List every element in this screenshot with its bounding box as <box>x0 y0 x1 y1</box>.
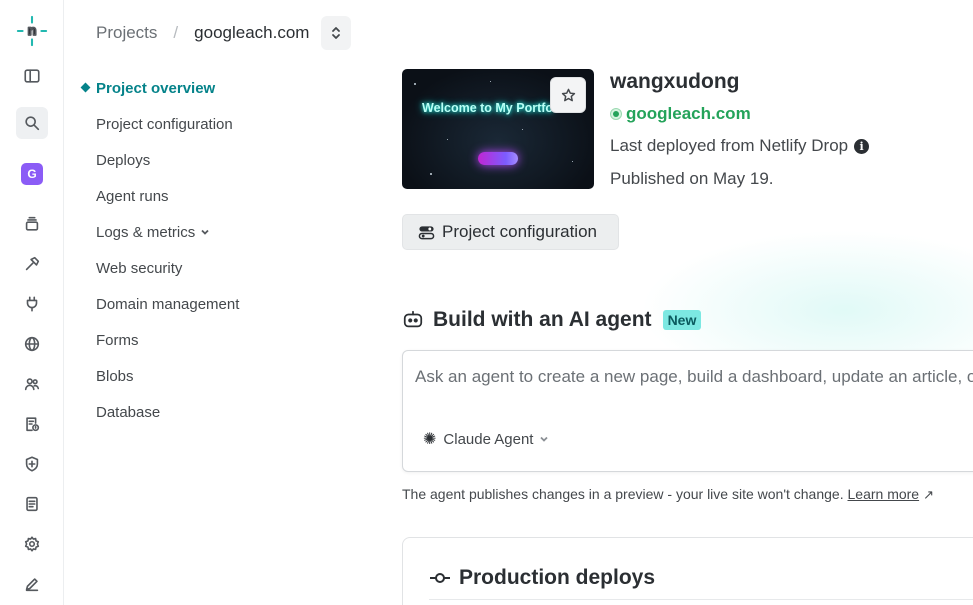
nav-project-overview[interactable]: Project overview <box>80 70 340 106</box>
team-initial: G <box>21 163 43 185</box>
learn-more-link[interactable]: Learn more <box>848 486 920 502</box>
nav-database[interactable]: Database <box>80 394 340 430</box>
thumbnail-heading: Welcome to My Portfo <box>422 101 554 115</box>
agent-prompt-input[interactable] <box>415 365 973 389</box>
nav-label: Project configuration <box>96 115 233 133</box>
star-icon <box>561 88 575 101</box>
agent-name: Claude Agent <box>443 430 534 448</box>
nav-label: Database <box>96 403 161 421</box>
sidebar-toggle-icon[interactable] <box>16 60 48 92</box>
projects-stack-icon[interactable] <box>16 208 48 240</box>
agent-note: The agent publishes changes in a preview… <box>402 486 934 503</box>
breadcrumb-separator: / <box>173 23 179 42</box>
nav-label: Logs & metrics <box>96 223 196 241</box>
project-name: wangxudong <box>610 70 740 93</box>
published-date: Published on May 19. <box>610 169 774 188</box>
live-status-dot <box>610 108 622 120</box>
agent-note-text: The agent publishes changes in a preview… <box>402 486 844 502</box>
nav-deploys[interactable]: Deploys <box>80 142 340 178</box>
nav-project-configuration[interactable]: Project configuration <box>80 106 340 142</box>
nav-web-security[interactable]: Web security <box>80 250 340 286</box>
nav-logs-metrics[interactable]: Logs & metrics <box>80 214 340 250</box>
chevron-down-icon <box>201 229 209 235</box>
active-indicator <box>80 82 91 93</box>
nav-blobs[interactable]: Blobs <box>80 358 340 394</box>
site-url-link[interactable]: googleach.com <box>610 104 751 124</box>
new-badge: New <box>662 310 702 330</box>
favorite-button[interactable] <box>550 77 586 113</box>
security-shield-icon[interactable] <box>16 448 48 480</box>
billing-document-icon[interactable] <box>16 408 48 440</box>
breadcrumb-projects-link[interactable]: Projects <box>96 23 157 43</box>
nav-label: Forms <box>96 331 139 349</box>
commit-icon <box>430 573 450 583</box>
team-avatar[interactable]: G <box>16 158 48 190</box>
builds-hammer-icon[interactable] <box>16 248 48 280</box>
project-configuration-button[interactable]: Project configuration <box>402 214 619 250</box>
chevron-down-icon <box>540 436 549 442</box>
integrations-plug-icon[interactable] <box>16 288 48 320</box>
external-link-icon: ↗ <box>923 487 934 502</box>
deploy-source-text: Last deployed from Netlify Drop <box>610 136 849 155</box>
breadcrumb: Projects / googleach.com <box>96 16 352 50</box>
nav-label: Deploys <box>96 151 151 169</box>
nav-domain-management[interactable]: Domain management <box>80 286 340 322</box>
members-people-icon[interactable] <box>16 368 48 400</box>
thumbnail-button-graphic <box>478 152 518 165</box>
docs-book-icon[interactable] <box>16 488 48 520</box>
nav-label: Blobs <box>96 367 134 385</box>
nav-label: Domain management <box>96 295 240 313</box>
divider <box>429 599 973 600</box>
project-nav: Project overview Project configuration D… <box>80 70 340 430</box>
agent-selector[interactable]: ✺ Claude Agent <box>423 429 549 449</box>
ai-agent-title: Build with an AI agent <box>433 308 652 331</box>
netlify-logo-icon[interactable]: n <box>16 15 48 47</box>
deploy-source: Last deployed from Netlify Drop i <box>610 136 870 156</box>
nav-label: Project overview <box>96 79 216 97</box>
nav-label: Web security <box>96 259 183 277</box>
production-deploys-card: Production deploys <box>402 537 973 605</box>
domains-globe-icon[interactable] <box>16 328 48 360</box>
project-configuration-label: Project configuration <box>442 222 597 241</box>
claude-spark-icon: ✺ <box>423 431 437 448</box>
nav-forms[interactable]: Forms <box>80 322 340 358</box>
chevron-up-down-icon <box>332 27 341 39</box>
icon-rail: n G <box>0 0 64 605</box>
edit-pencil-icon[interactable] <box>16 568 48 600</box>
project-switcher-button[interactable] <box>321 16 352 50</box>
site-url-text: googleach.com <box>626 104 751 123</box>
nav-label: Agent runs <box>96 187 169 205</box>
production-deploys-heading: Production deploys <box>429 566 655 590</box>
info-icon[interactable]: i <box>854 138 870 154</box>
svg-text:n: n <box>27 24 36 39</box>
search-icon[interactable] <box>16 107 48 139</box>
robot-icon <box>403 310 423 328</box>
settings-gear-icon[interactable] <box>16 528 48 560</box>
breadcrumb-site-name[interactable]: googleach.com <box>194 23 309 43</box>
ai-agent-heading: Build with an AI agent New <box>402 308 702 332</box>
nav-agent-runs[interactable]: Agent runs <box>80 178 340 214</box>
toggles-icon <box>418 225 435 239</box>
agent-prompt-box: ✺ Claude Agent <box>402 350 973 472</box>
production-deploys-title: Production deploys <box>459 566 656 589</box>
